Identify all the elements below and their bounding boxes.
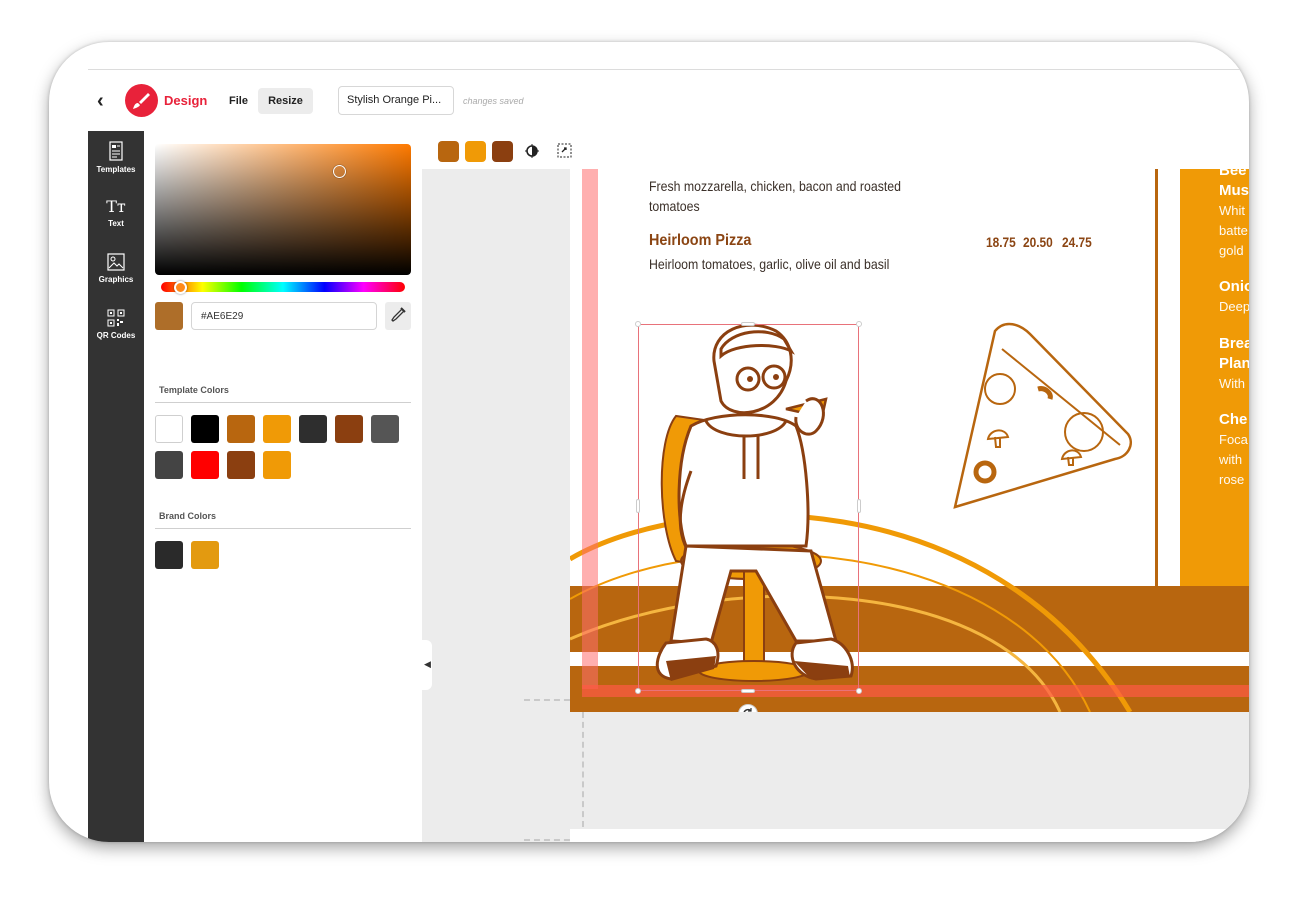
resize-handle[interactable] (856, 688, 862, 694)
color-toolbar (422, 131, 1249, 169)
next-page-edge (570, 829, 1249, 842)
side-item-desc[interactable]: Deep (1219, 297, 1249, 317)
template-colors-title: Template Colors (159, 385, 229, 395)
side-item-desc[interactable]: gold (1219, 241, 1249, 261)
eyedropper-button[interactable] (385, 302, 411, 330)
item-description[interactable]: tomatoes (649, 196, 700, 216)
resize-handle[interactable] (636, 499, 640, 513)
color-swatch[interactable] (263, 415, 291, 443)
color-swatch[interactable] (227, 451, 255, 479)
hex-input[interactable] (191, 302, 377, 330)
toolbar-swatch[interactable] (492, 141, 513, 162)
side-item-title[interactable]: Mus (1219, 181, 1249, 201)
item-description[interactable]: Heirloom tomatoes, garlic, olive oil and… (649, 254, 889, 274)
color-swatch[interactable] (155, 451, 183, 479)
sidebar-item-templates[interactable]: Templates (88, 141, 144, 174)
template-colors-grid (155, 415, 411, 479)
sidebar-item-label: QR Codes (96, 331, 136, 340)
brand-colors-grid (155, 541, 411, 571)
color-swatch[interactable] (191, 415, 219, 443)
divider (155, 402, 411, 403)
hue-handle[interactable] (174, 281, 187, 294)
file-menu[interactable]: File (229, 95, 248, 107)
collapse-panel-button[interactable]: ◀ (422, 640, 432, 690)
color-panel: Template Colors Brand Colors (144, 131, 422, 842)
price-large[interactable]: 24.75 (1062, 234, 1092, 250)
price-medium[interactable]: 20.50 (1023, 234, 1053, 250)
sidebar-item-label: Graphics (98, 275, 134, 284)
document-name-field[interactable]: Stylish Orange Pi... (338, 86, 454, 115)
saturation-handle[interactable] (333, 165, 346, 178)
side-item-desc[interactable]: batte (1219, 221, 1249, 241)
side-item-desc[interactable]: With (1219, 374, 1249, 394)
top-divider (88, 69, 1249, 70)
toolbar-swatch[interactable] (438, 141, 459, 162)
color-swatch[interactable] (191, 451, 219, 479)
eyedropper-icon (391, 307, 406, 322)
color-swatch[interactable] (371, 415, 399, 443)
item-description[interactable]: Fresh mozzarella, chicken, bacon and roa… (649, 176, 901, 196)
left-sidebar: Templates Tт Text Graphics QR Codes (88, 131, 144, 842)
resize-handle[interactable] (857, 499, 861, 513)
chevron-left-icon: ◀ (424, 659, 431, 669)
resize-handle[interactable] (635, 688, 641, 694)
sidebar-item-label: Text (108, 219, 124, 228)
resize-handle[interactable] (741, 689, 755, 693)
color-swatch[interactable] (299, 415, 327, 443)
menu-page: Fresh mozzarella, chicken, bacon and roa… (570, 169, 1249, 712)
qr-code-icon (107, 309, 125, 327)
color-swatch[interactable] (335, 415, 363, 443)
selection-guide (582, 169, 598, 689)
pizza-slice-illustration[interactable] (950, 319, 1140, 514)
color-swatch[interactable] (155, 541, 183, 569)
side-item-title[interactable]: Plan (1219, 354, 1249, 374)
save-status: changes saved (463, 96, 524, 106)
side-item-desc[interactable]: Foca (1219, 430, 1249, 450)
app-window: ‹ Design File Resize Stylish Orange Pi..… (49, 42, 1249, 842)
guide-line (582, 712, 584, 827)
side-item-title[interactable]: Bee (1219, 169, 1249, 181)
side-column-text: Bee Mus Whit batte gold Onio Deep Brea P… (1219, 169, 1249, 581)
brush-icon[interactable] (125, 84, 158, 117)
templates-icon (109, 141, 123, 161)
chevron-left-icon[interactable]: ‹ (97, 90, 115, 112)
sidebar-item-graphics[interactable]: Graphics (88, 253, 144, 284)
resize-handle[interactable] (741, 322, 755, 326)
side-item-title[interactable]: Onio (1219, 277, 1249, 297)
resize-handle[interactable] (635, 321, 641, 327)
price-small[interactable]: 18.75 (986, 234, 1016, 250)
sidebar-item-text[interactable]: Tт Text (88, 197, 144, 229)
saturation-picker[interactable] (155, 144, 411, 275)
color-swatch[interactable] (227, 415, 255, 443)
graphics-icon (107, 253, 125, 271)
text-icon: Tт (106, 197, 126, 216)
resize-button[interactable]: Resize (258, 88, 313, 114)
side-item-desc[interactable]: Whit (1219, 201, 1249, 221)
column-divider (1155, 169, 1158, 586)
color-swatch[interactable] (263, 451, 291, 479)
side-item-desc[interactable]: rose (1219, 470, 1249, 490)
resize-handle[interactable] (856, 321, 862, 327)
item-title[interactable]: Heirloom Pizza (649, 232, 751, 250)
replace-color-icon[interactable] (557, 143, 572, 158)
side-item-title[interactable]: Brea (1219, 334, 1249, 354)
brand-colors-title: Brand Colors (159, 511, 217, 521)
sidebar-item-qr-codes[interactable]: QR Codes (88, 309, 144, 340)
app-label[interactable]: Design (164, 93, 207, 108)
sidebar-item-label: Templates (96, 165, 136, 174)
selection-box[interactable] (638, 324, 859, 691)
hue-slider[interactable] (161, 282, 405, 292)
rotate-icon (743, 708, 752, 712)
side-item-desc[interactable]: with (1219, 450, 1249, 470)
rotate-button[interactable] (738, 704, 758, 712)
toolbar-swatch[interactable] (465, 141, 486, 162)
divider (155, 528, 411, 529)
color-swatch[interactable] (155, 415, 183, 443)
color-swatch[interactable] (191, 541, 219, 569)
current-color-swatch (155, 302, 183, 330)
contrast-icon[interactable] (525, 144, 539, 158)
side-item-title[interactable]: Che (1219, 410, 1249, 430)
